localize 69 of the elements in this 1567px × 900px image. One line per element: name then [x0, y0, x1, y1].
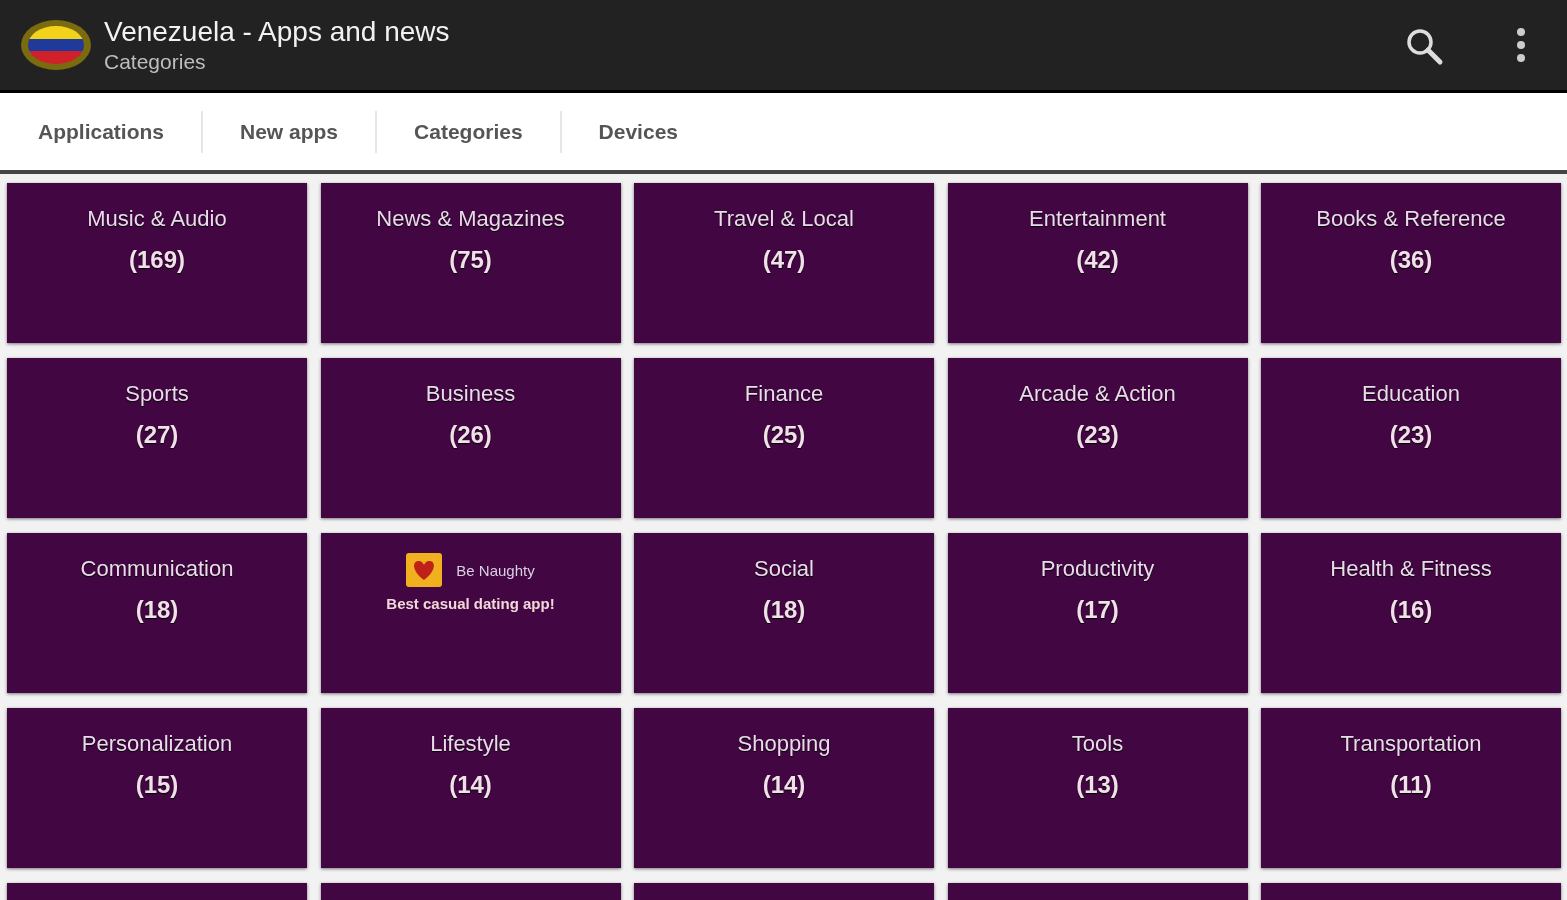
category-count: (26): [449, 420, 492, 450]
ad-tile[interactable]: Be Naughty Best casual dating app!: [320, 533, 621, 693]
ad-tagline: Best casual dating app!: [386, 595, 555, 612]
category-count: (14): [449, 770, 492, 800]
category-tile[interactable]: Transportation (11): [1261, 708, 1561, 868]
category-name: Tools: [1071, 730, 1124, 758]
category-tile[interactable]: News & Magazines (75): [320, 183, 621, 343]
ad-title: Be Naughty: [456, 561, 535, 579]
category-tile[interactable]: Tools (13): [947, 708, 1248, 868]
category-tile[interactable]: Arcade & Action (23): [947, 358, 1248, 518]
category-name: Health & Fitness: [1330, 555, 1492, 583]
category-name: Productivity: [1040, 555, 1155, 583]
category-name: Shopping: [737, 730, 831, 758]
category-name: Education: [1362, 380, 1460, 408]
category-name: Personalization: [81, 730, 233, 758]
category-count: (23): [1389, 420, 1433, 450]
category-name: Social: [754, 555, 814, 583]
category-name: Business: [425, 380, 516, 408]
category-tile[interactable]: Lifestyle (14): [320, 708, 621, 868]
category-name: Lifestyle: [430, 730, 511, 758]
category-name: Sports: [125, 380, 189, 408]
category-tile[interactable]: Social (18): [634, 533, 934, 693]
category-name: Arcade & Action: [1019, 380, 1176, 408]
category-tile[interactable]: Sports (27): [7, 358, 307, 518]
category-tile[interactable]: Communication (18): [7, 533, 307, 693]
category-count: (36): [1389, 245, 1433, 275]
more-options-icon[interactable]: [1515, 27, 1527, 63]
category-tile[interactable]: Productivity (17): [947, 533, 1248, 693]
category-name: Finance: [744, 380, 824, 408]
category-name: Entertainment: [1029, 205, 1166, 233]
app-title: Venezuela - Apps and news: [104, 15, 451, 49]
search-icon[interactable]: [1405, 27, 1445, 67]
tab[interactable]: New apps: [222, 119, 357, 144]
category-count: (47): [762, 245, 806, 275]
category-name: Books & Reference: [1316, 205, 1506, 233]
category-tile[interactable]: Education (23): [1261, 358, 1561, 518]
category-count: (42): [1076, 245, 1119, 275]
category-count: (18): [135, 595, 179, 625]
tab[interactable]: Devices: [580, 119, 696, 144]
category-name: Travel & Local: [714, 205, 854, 233]
category-tile[interactable]: Personalization (15): [7, 708, 307, 868]
category-tile[interactable]: Business (26): [320, 358, 621, 518]
app-subtitle: Categories: [104, 49, 207, 75]
category-name: Music & Audio: [87, 205, 227, 233]
category-count: (27): [135, 420, 179, 450]
category-count: (11): [1390, 770, 1432, 800]
tab[interactable]: Categories: [396, 119, 541, 144]
category-count: (17): [1076, 595, 1119, 625]
category-count: (18): [762, 595, 806, 625]
category-count: (14): [762, 770, 806, 800]
category-tile[interactable]: Entertainment (42): [947, 183, 1248, 343]
category-count: (23): [1076, 420, 1119, 450]
category-tile[interactable]: Books & Reference (36): [1261, 183, 1561, 343]
category-name: Transportation: [1340, 730, 1482, 758]
category-count: (25): [762, 420, 806, 450]
category-count: (15): [135, 770, 179, 800]
category-tile[interactable]: Shopping (14): [634, 708, 934, 868]
category-tile[interactable]: Health & Fitness (16): [1261, 533, 1561, 693]
category-count: (75): [449, 245, 492, 275]
category-count: (169): [129, 245, 185, 275]
category-tile[interactable]: Finance (25): [634, 358, 934, 518]
category-tile[interactable]: Music & Audio (169): [7, 183, 307, 343]
category-name: News & Magazines: [376, 205, 565, 233]
category-tile[interactable]: Travel & Local (47): [634, 183, 934, 343]
flag-logo-icon: [20, 19, 92, 71]
tab[interactable]: Applications: [20, 119, 182, 144]
category-count: (13): [1076, 770, 1119, 800]
category-name: Communication: [80, 555, 234, 583]
category-count: (16): [1389, 595, 1433, 625]
